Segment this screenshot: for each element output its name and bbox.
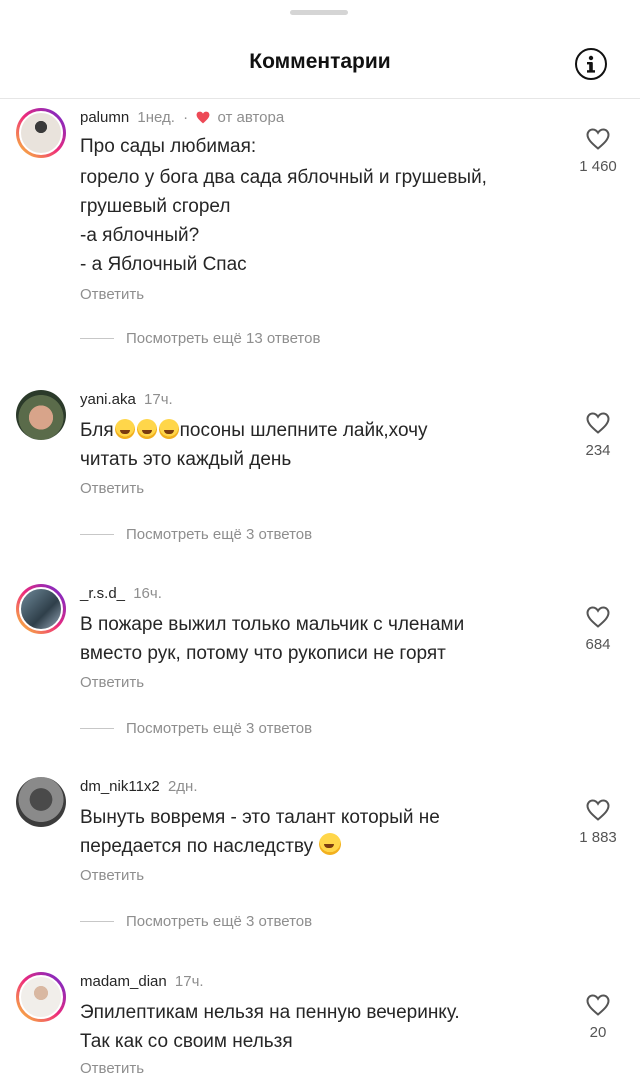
- comment-text: В пожаре выжил только мальчик с членами …: [80, 610, 550, 668]
- author-label: от автора: [217, 109, 285, 126]
- avatar[interactable]: [16, 390, 66, 440]
- drag-handle[interactable]: [290, 10, 348, 15]
- view-replies-label: Посмотреть ещё 3 ответов: [126, 526, 313, 543]
- heart-outline-icon: [586, 412, 610, 434]
- comment-text-part: Бля: [80, 420, 114, 441]
- view-replies-button[interactable]: Посмотреть ещё 13 ответов: [80, 330, 320, 347]
- like-button[interactable]: 1 460: [570, 128, 626, 175]
- replies-line: [80, 921, 114, 922]
- timestamp: 17ч.: [174, 973, 204, 990]
- comment-line: В пожаре выжил только мальчик с членами: [80, 614, 465, 635]
- username[interactable]: _r.s.d_: [80, 585, 125, 602]
- avatar[interactable]: [16, 972, 66, 1022]
- username[interactable]: madam_dian: [80, 973, 167, 990]
- view-replies-button[interactable]: Посмотреть ещё 3 ответов: [80, 913, 312, 930]
- like-count: 1 883: [579, 829, 617, 846]
- comment-line: -а яблочный?: [80, 225, 200, 246]
- comment-text-part: посоны шлепните лайк,хочу: [179, 420, 428, 441]
- username[interactable]: palumn: [80, 109, 129, 126]
- replies-line: [80, 338, 114, 339]
- heart-outline-icon: [586, 606, 610, 628]
- reply-button[interactable]: Ответить: [80, 1060, 144, 1077]
- comment-meta: dm_nik11x2 2дн.: [80, 777, 198, 797]
- username[interactable]: dm_nik11x2: [80, 778, 160, 795]
- comment-line: передается по наследству: [80, 832, 550, 861]
- like-button[interactable]: 20: [570, 994, 626, 1041]
- face-with-tears-of-joy-icon: [114, 419, 135, 439]
- comment-text: Вынуть вовремя - это талант который не п…: [80, 803, 550, 861]
- comment-line: - а Яблочный Спас: [80, 254, 247, 275]
- comment-meta: madam_dian 17ч.: [80, 972, 204, 992]
- avatar[interactable]: [16, 777, 66, 827]
- comment-meta: _r.s.d_ 16ч.: [80, 584, 162, 604]
- comment-line: горело у бога два сада яблочный и грушев…: [80, 167, 487, 188]
- reply-button[interactable]: Ответить: [80, 867, 144, 884]
- replies-line: [80, 728, 114, 729]
- timestamp: 1нед.: [137, 109, 175, 126]
- view-replies-button[interactable]: Посмотреть ещё 3 ответов: [80, 720, 312, 737]
- heart-outline-icon: [586, 994, 610, 1016]
- avatar[interactable]: [16, 108, 66, 158]
- heart-outline-icon: [586, 799, 610, 821]
- reply-button[interactable]: Ответить: [80, 674, 144, 691]
- heart-filled-icon: [196, 110, 210, 130]
- comment-text: Про сады любимая: горело у бога два сада…: [80, 132, 550, 279]
- like-count: 234: [585, 442, 611, 459]
- face-with-tears-of-joy-icon: [136, 419, 157, 439]
- comment-meta: yani.aka 17ч.: [80, 390, 173, 410]
- page-title: Комментарии: [249, 50, 391, 73]
- replies-line: [80, 534, 114, 535]
- view-replies-label: Посмотреть ещё 3 ответов: [126, 720, 313, 737]
- view-replies-button[interactable]: Посмотреть ещё 3 ответов: [80, 526, 312, 543]
- comment-line: Бля посоны шлепните лайк,хочу: [80, 416, 550, 445]
- view-replies-label: Посмотреть ещё 3 ответов: [126, 913, 313, 930]
- comments-sheet: Комментарии palumn 1нед. · от автора Про…: [0, 0, 640, 1083]
- heart-outline-icon: [586, 128, 610, 150]
- like-button[interactable]: 684: [570, 606, 626, 653]
- comment-text-part: передается по наследству: [80, 836, 314, 857]
- header-divider: [0, 98, 640, 99]
- separator-dot: ·: [183, 109, 189, 126]
- reply-button[interactable]: Ответить: [80, 286, 144, 303]
- comment-line: Эпилептикам нельзя на пенную вечеринку.: [80, 1002, 460, 1023]
- username[interactable]: yani.aka: [80, 391, 136, 408]
- comment-line: читать это каждый день: [80, 449, 292, 470]
- comment-text: Бля посоны шлепните лайк,хочу читать это …: [80, 416, 550, 474]
- info-icon[interactable]: [575, 48, 607, 80]
- comment-line: Так как со своим нельзя: [80, 1031, 293, 1052]
- view-replies-label: Посмотреть ещё 13 ответов: [126, 330, 321, 347]
- like-button[interactable]: 234: [570, 412, 626, 459]
- face-with-tears-of-joy-icon: [158, 419, 179, 439]
- grinning-face-with-sweat-icon: [319, 833, 342, 855]
- comment-line: грушевый сгорел: [80, 196, 231, 217]
- timestamp: 2дн.: [167, 778, 198, 795]
- like-count: 1 460: [579, 158, 617, 175]
- timestamp: 17ч.: [144, 391, 173, 408]
- avatar[interactable]: [16, 584, 66, 634]
- comment-line: Про сады любимая:: [80, 136, 257, 157]
- comment-text: Эпилептикам нельзя на пенную вечеринку. …: [80, 998, 550, 1056]
- like-button[interactable]: 1 883: [570, 799, 626, 846]
- comment-line: Вынуть вовремя - это талант который не: [80, 807, 440, 828]
- comment-meta: palumn 1нед. · от автора: [80, 108, 284, 130]
- like-count: 684: [585, 636, 611, 653]
- comment-line: вместо рук, потому что рукописи не горят: [80, 643, 446, 664]
- like-count: 20: [589, 1024, 607, 1041]
- timestamp: 16ч.: [133, 585, 162, 602]
- reply-button[interactable]: Ответить: [80, 480, 144, 497]
